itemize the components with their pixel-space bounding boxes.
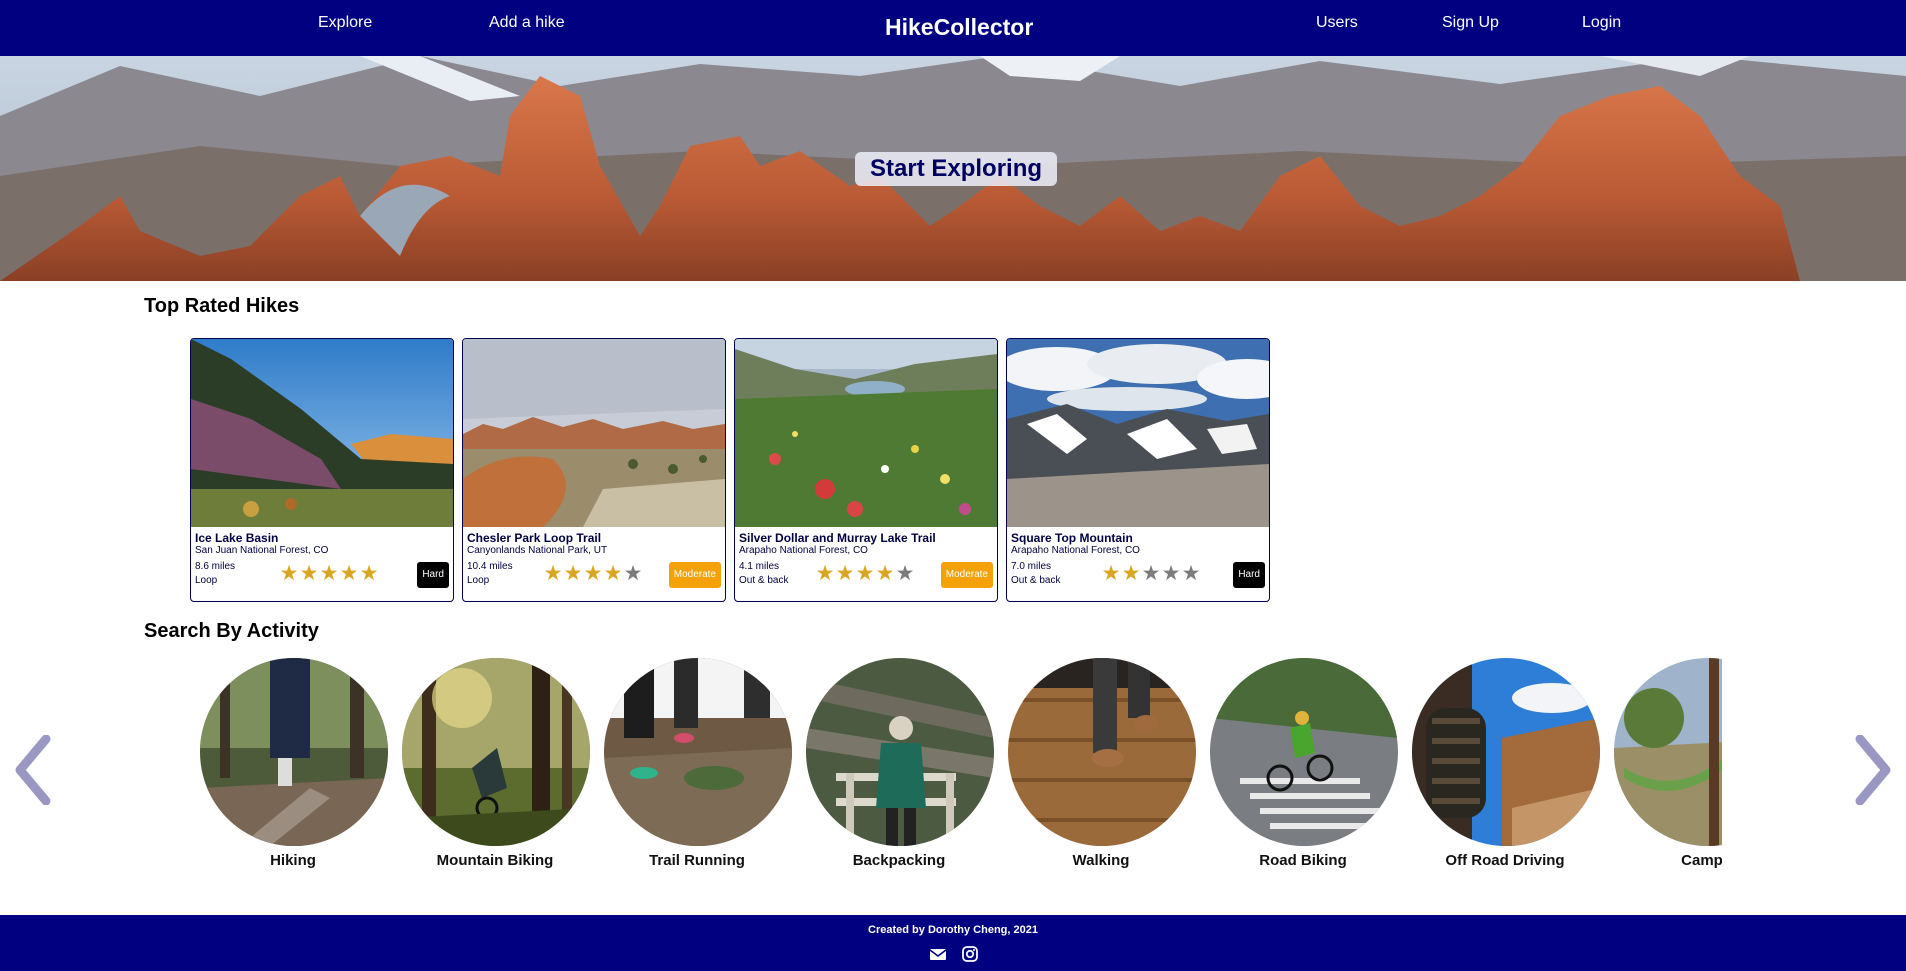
star-filled-icon: ★ [1101, 562, 1121, 585]
activity-photo [1412, 658, 1600, 846]
hero-banner: Start Exploring [0, 56, 1906, 281]
activity-label[interactable]: Walking [1000, 852, 1202, 869]
star-empty-icon: ★ [1161, 562, 1181, 585]
activity-item-mountain-biking[interactable]: Mountain Biking [394, 658, 596, 872]
activity-item-hiking[interactable]: Hiking [192, 658, 394, 872]
activity-carousel: Hiking Mountain Biking Trail Running Bac… [192, 658, 1722, 872]
star-empty-icon: ★ [1181, 562, 1201, 585]
hike-location: Arapaho National Forest, CO [739, 545, 868, 556]
nav-users-link[interactable]: Users [1316, 14, 1358, 32]
star-filled-icon: ★ [543, 562, 563, 585]
nav-explore-link[interactable]: Explore [318, 14, 372, 32]
hike-name[interactable]: Ice Lake Basin [195, 531, 278, 545]
star-filled-icon: ★ [835, 562, 855, 585]
star-filled-icon: ★ [855, 562, 875, 585]
hike-name[interactable]: Silver Dollar and Murray Lake Trail [739, 531, 936, 545]
hike-photo [463, 339, 725, 527]
hero-title[interactable]: Start Exploring [855, 152, 1058, 186]
activity-photo [1008, 658, 1196, 846]
star-rating: ★ ★ ★ ★ ★ [543, 562, 643, 585]
hike-location: San Juan National Forest, CO [195, 545, 329, 556]
section-heading-top-rated: Top Rated Hikes [144, 295, 300, 317]
difficulty-badge: Hard [1233, 562, 1265, 588]
hike-name[interactable]: Square Top Mountain [1011, 531, 1133, 545]
activity-photo [1614, 658, 1722, 846]
star-filled-icon: ★ [875, 562, 895, 585]
activity-item-trail-running[interactable]: Trail Running [596, 658, 798, 872]
star-rating: ★ ★ ★ ★ ★ [279, 562, 379, 585]
difficulty-badge: Hard [417, 562, 449, 588]
activity-photo [402, 658, 590, 846]
hike-location: Arapaho National Forest, CO [1011, 545, 1140, 556]
hike-card[interactable]: Chesler Park Loop Trail Canyonlands Nati… [462, 338, 726, 602]
hike-route-type: Out & back [739, 575, 789, 586]
star-filled-icon: ★ [583, 562, 603, 585]
envelope-icon[interactable] [929, 946, 947, 962]
star-filled-icon: ★ [815, 562, 835, 585]
instagram-icon[interactable] [961, 946, 979, 962]
star-rating: ★ ★ ★ ★ ★ [815, 562, 915, 585]
activity-label[interactable]: Trail Running [596, 852, 798, 869]
hike-photo [735, 339, 997, 527]
activity-photo [604, 658, 792, 846]
activity-label[interactable]: Hiking [192, 852, 394, 869]
footer-credit: Created by Dorothy Cheng, 2021 [868, 924, 1038, 936]
star-empty-icon: ★ [895, 562, 915, 585]
hike-distance: 10.4 miles [467, 561, 513, 572]
star-filled-icon: ★ [359, 562, 379, 585]
activity-item-off-road-driving[interactable]: Off Road Driving [1404, 658, 1606, 872]
star-filled-icon: ★ [1121, 562, 1141, 585]
hike-card[interactable]: Silver Dollar and Murray Lake Trail Arap… [734, 338, 998, 602]
section-heading-by-activity: Search By Activity [144, 620, 319, 642]
hike-route-type: Out & back [1011, 575, 1061, 586]
star-filled-icon: ★ [279, 562, 299, 585]
nav-add-hike-link[interactable]: Add a hike [489, 14, 565, 32]
hike-route-type: Loop [467, 575, 490, 586]
chevron-left-icon[interactable] [12, 735, 52, 805]
activity-photo [806, 658, 994, 846]
nav-signup-link[interactable]: Sign Up [1442, 14, 1499, 32]
activity-label[interactable]: Mountain Biking [394, 852, 596, 869]
hike-name[interactable]: Chesler Park Loop Trail [467, 531, 601, 545]
hike-card[interactable]: Square Top Mountain Arapaho National For… [1006, 338, 1270, 602]
activity-item-road-biking[interactable]: Road Biking [1202, 658, 1404, 872]
hike-photo [1007, 339, 1269, 527]
star-filled-icon: ★ [339, 562, 359, 585]
hike-distance: 4.1 miles [739, 561, 780, 572]
hike-location: Canyonlands National Park, UT [467, 545, 608, 556]
activity-item-camping[interactable]: Campir [1606, 658, 1722, 872]
hike-photo [191, 339, 453, 527]
activity-label[interactable]: Off Road Driving [1404, 852, 1606, 869]
activity-photo [200, 658, 388, 846]
hike-card[interactable]: Ice Lake Basin San Juan National Forest,… [190, 338, 454, 602]
star-filled-icon: ★ [299, 562, 319, 585]
star-empty-icon: ★ [1141, 562, 1161, 585]
hike-route-type: Loop [195, 575, 218, 586]
hike-distance: 8.6 miles [195, 561, 236, 572]
brand-logo-text[interactable]: HikeCollector [885, 14, 1033, 41]
activity-label[interactable]: Campir [1606, 852, 1722, 869]
activity-item-walking[interactable]: Walking [1000, 658, 1202, 872]
difficulty-badge: Moderate [668, 562, 721, 588]
star-filled-icon: ★ [603, 562, 623, 585]
footer: Created by Dorothy Cheng, 2021 [0, 915, 1906, 971]
star-rating: ★ ★ ★ ★ ★ [1101, 562, 1201, 585]
star-empty-icon: ★ [623, 562, 643, 585]
activity-item-backpacking[interactable]: Backpacking [798, 658, 1000, 872]
nav-login-link[interactable]: Login [1582, 14, 1621, 32]
chevron-right-icon[interactable] [1854, 735, 1894, 805]
star-filled-icon: ★ [563, 562, 583, 585]
activity-photo [1210, 658, 1398, 846]
top-nav: Explore Add a hike HikeCollector Users S… [0, 0, 1906, 56]
hike-distance: 7.0 miles [1011, 561, 1052, 572]
activity-label[interactable]: Road Biking [1202, 852, 1404, 869]
star-filled-icon: ★ [319, 562, 339, 585]
activity-label[interactable]: Backpacking [798, 852, 1000, 869]
difficulty-badge: Moderate [940, 562, 993, 588]
